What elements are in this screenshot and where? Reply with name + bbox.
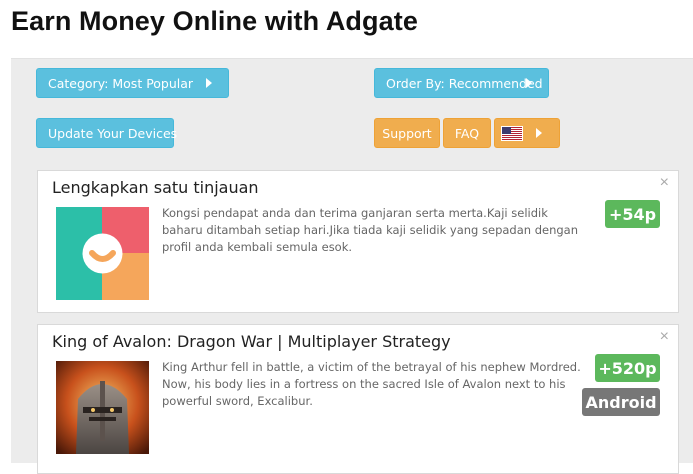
caret-right-icon xyxy=(526,78,532,88)
points-badge[interactable]: +520p xyxy=(595,354,660,382)
category-label: Category: Most Popular xyxy=(48,75,194,91)
caret-right-icon xyxy=(206,78,212,88)
page-title: Earn Money Online with Adgate xyxy=(11,6,418,36)
update-devices-button[interactable]: Update Your Devices xyxy=(36,118,178,148)
order-by-dropdown-button[interactable]: Order By: Recommended xyxy=(374,68,549,98)
offer-title: Lengkapkan satu tinjauan xyxy=(52,178,259,197)
close-icon[interactable]: × xyxy=(660,329,669,345)
offer-description: Kongsi pendapat anda dan terima ganjaran… xyxy=(162,206,579,254)
update-devices-label: Update Your Devices xyxy=(48,125,178,141)
offer-card[interactable]: Lengkapkan satu tinjauan × Kongsi pendap… xyxy=(37,170,679,313)
offer-title: King of Avalon: Dragon War | Multiplayer… xyxy=(52,332,451,351)
support-label: Support xyxy=(382,125,432,141)
order-by-label: Order By: Recommended xyxy=(386,75,543,91)
close-icon[interactable]: × xyxy=(660,175,669,191)
faq-label: FAQ xyxy=(454,125,480,141)
survey-app-icon xyxy=(56,207,149,300)
offer-description: King Arthur fell in battle, a victim of … xyxy=(162,360,581,408)
platform-badge: Android xyxy=(582,388,660,416)
category-dropdown-button[interactable]: Category: Most Popular xyxy=(36,68,229,98)
points-badge[interactable]: +54p xyxy=(605,200,660,228)
knight-game-icon xyxy=(56,361,149,454)
country-dropdown-button[interactable] xyxy=(494,118,560,148)
support-button[interactable]: Support xyxy=(374,118,440,148)
caret-right-icon xyxy=(536,128,542,138)
us-flag-icon xyxy=(501,126,523,141)
faq-button[interactable]: FAQ xyxy=(443,118,491,148)
offer-card[interactable]: King of Avalon: Dragon War | Multiplayer… xyxy=(37,324,679,474)
